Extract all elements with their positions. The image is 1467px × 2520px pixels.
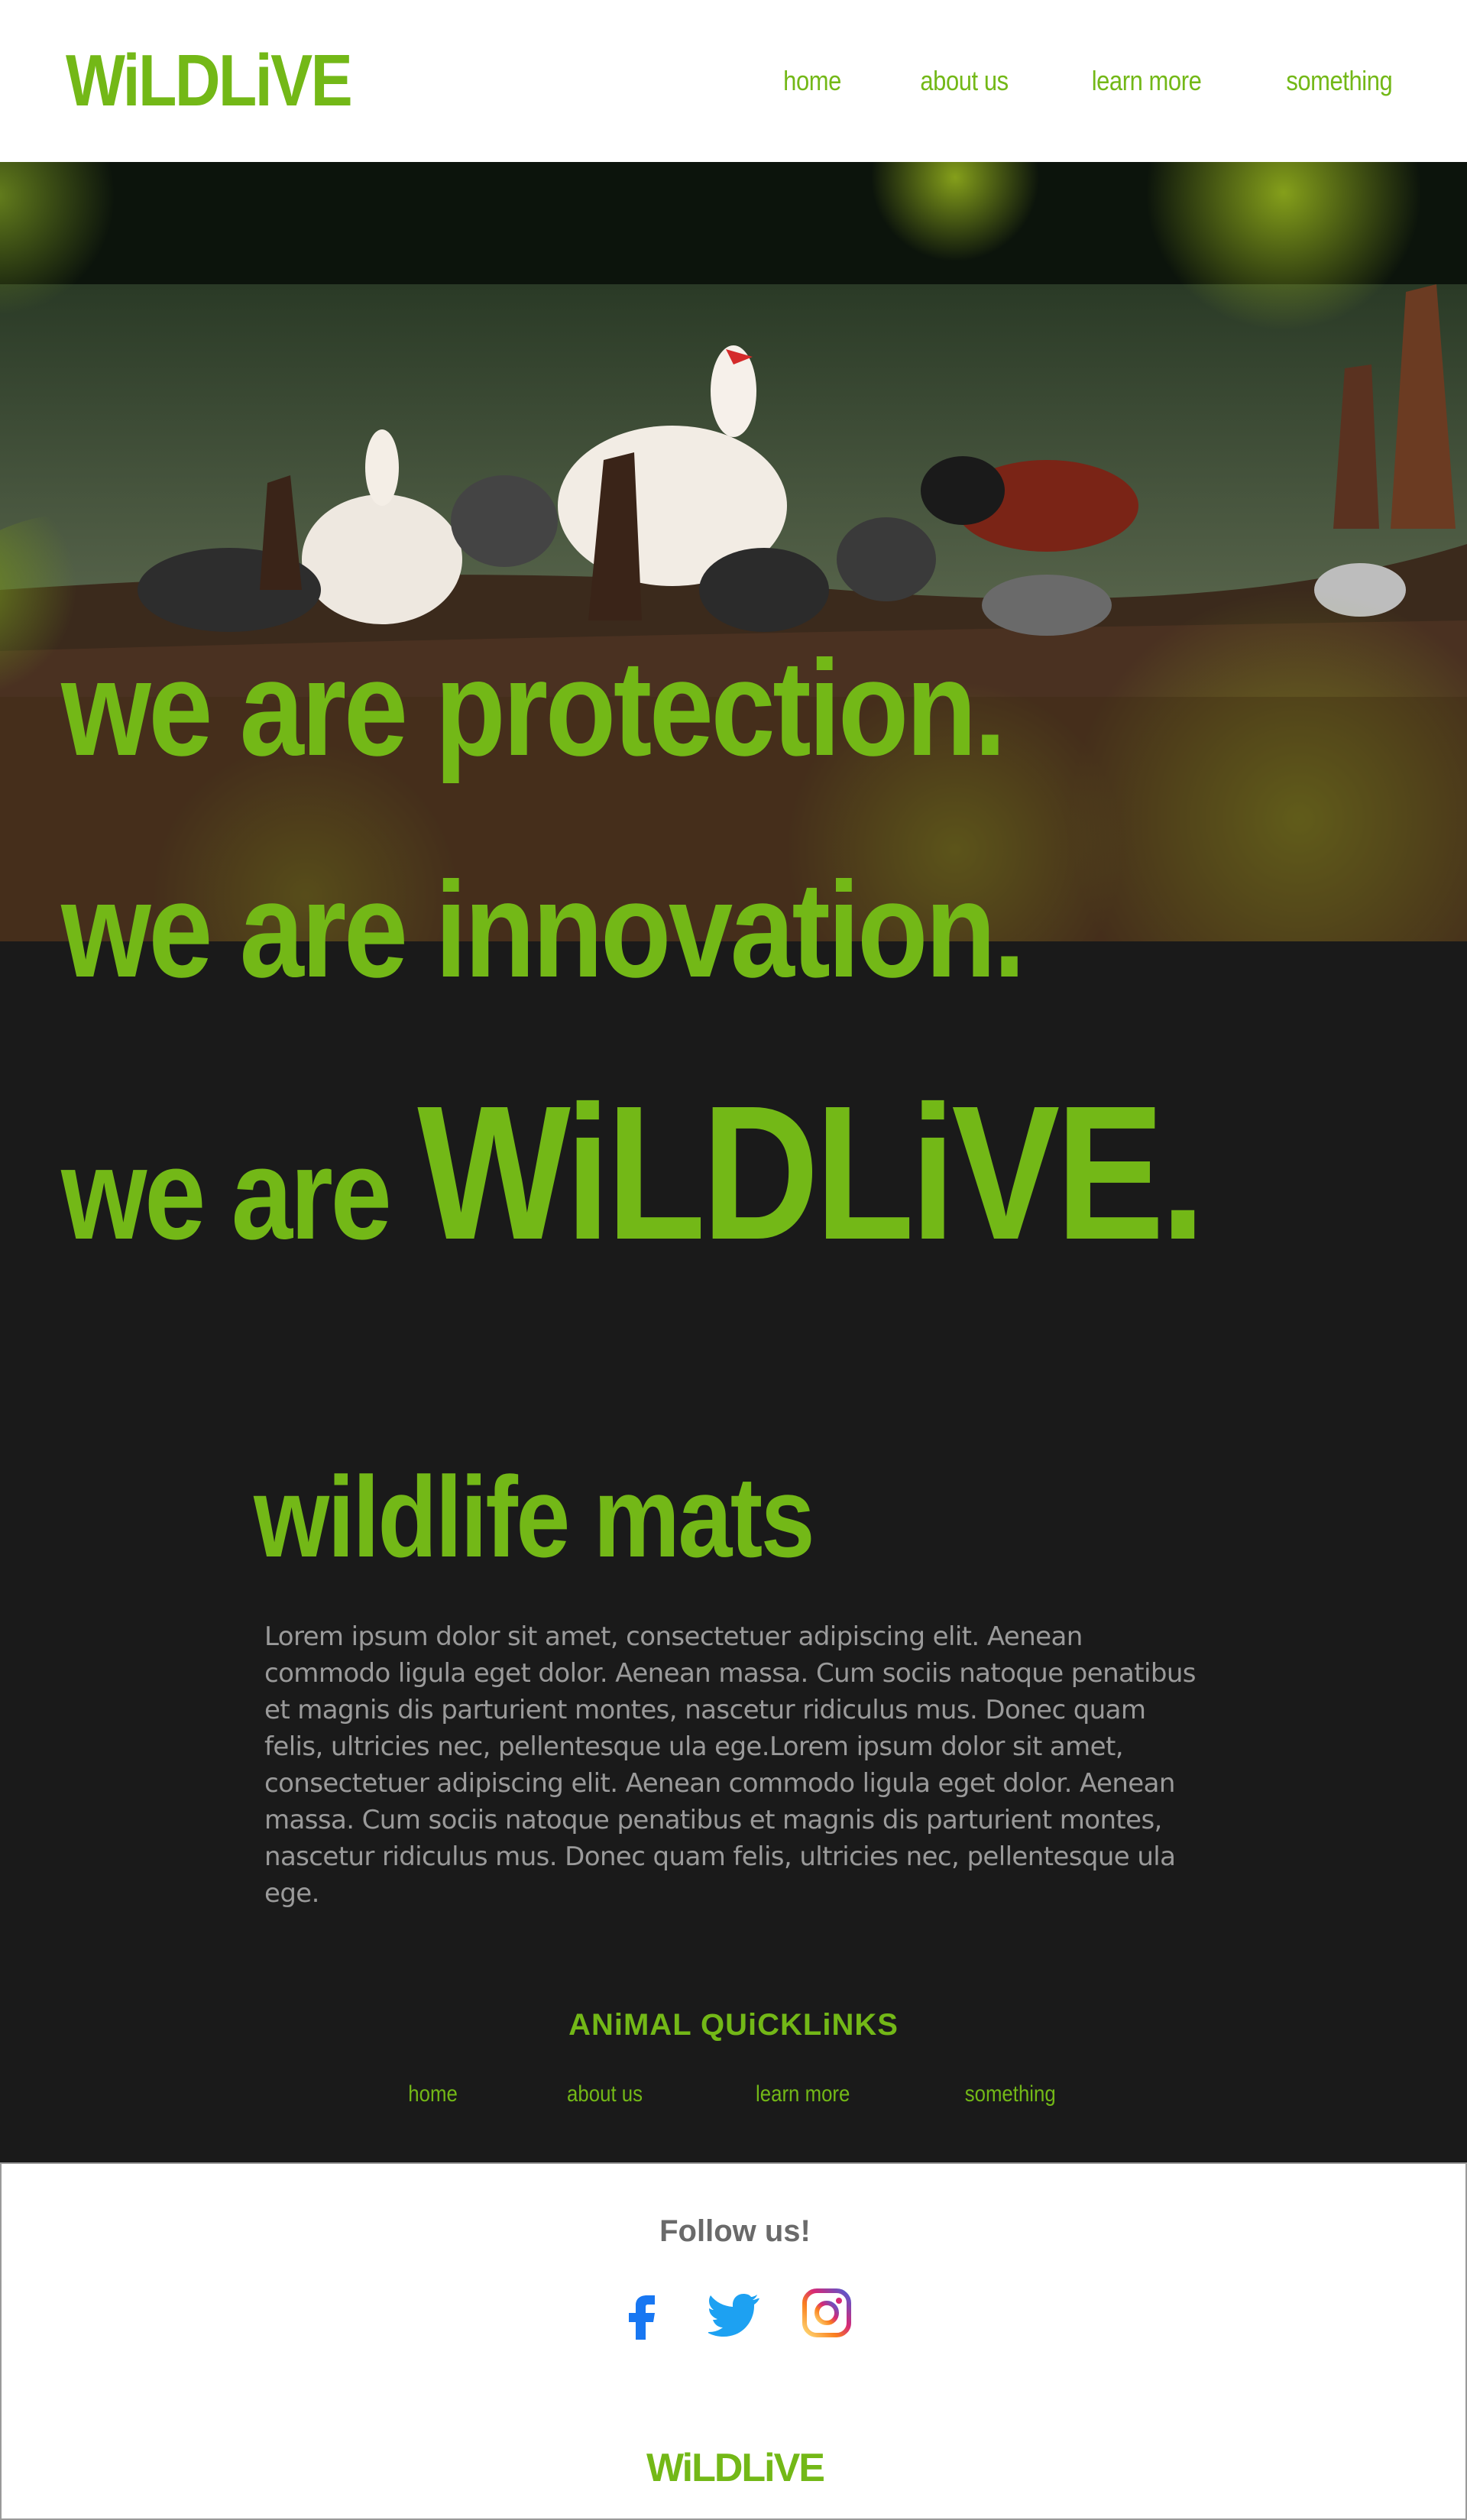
follow-us-heading: Follow us!: [659, 2214, 811, 2248]
quicklinks-title: ANiMAL QUiCKLiNKS: [568, 2008, 899, 2042]
section-body-text: Lorem ipsum dolor sit amet, consectetuer…: [264, 1621, 1197, 1909]
quicklink-learn-more[interactable]: learn more: [756, 2081, 850, 2107]
site-logo[interactable]: WiLDLiVE: [66, 44, 353, 118]
nav-home[interactable]: home: [783, 65, 841, 97]
quicklink-home[interactable]: home: [408, 2081, 458, 2107]
hero-photo-illustration: [0, 162, 1467, 941]
site-header: WiLDLiVE home about us learn more someth…: [0, 0, 1467, 162]
social-links: [2, 2286, 1467, 2340]
tagline-prefix: we are: [61, 1122, 418, 1267]
nav-learn-more[interactable]: learn more: [1092, 65, 1202, 97]
tagline-innovation: we are innovation.: [61, 853, 1025, 1006]
quicklink-something[interactable]: something: [964, 2081, 1055, 2107]
hero-image: [0, 162, 1467, 941]
tagline-wildlive: we are WiLDLiVE.: [61, 1077, 1206, 1268]
nav-something[interactable]: something: [1287, 65, 1393, 97]
twitter-icon[interactable]: [708, 2286, 762, 2340]
section-title: wildlife mats: [254, 1453, 815, 1581]
tagline-brand: WiLDLiVE.: [417, 1066, 1206, 1279]
main-nav: home about us learn more something: [779, 65, 1401, 97]
footer-logo[interactable]: WiLDLiVE: [2, 2445, 1467, 2491]
quicklinks-nav: home about us learn more something: [0, 2081, 1467, 2107]
quicklink-about-us[interactable]: about us: [567, 2081, 643, 2107]
tagline-protection: we are protection.: [61, 632, 1006, 784]
site-footer: Follow us! WiLDLiVE: [0, 2162, 1467, 2520]
facebook-icon[interactable]: [617, 2286, 670, 2340]
instagram-icon[interactable]: [800, 2286, 853, 2340]
nav-about-us[interactable]: about us: [921, 65, 1009, 97]
